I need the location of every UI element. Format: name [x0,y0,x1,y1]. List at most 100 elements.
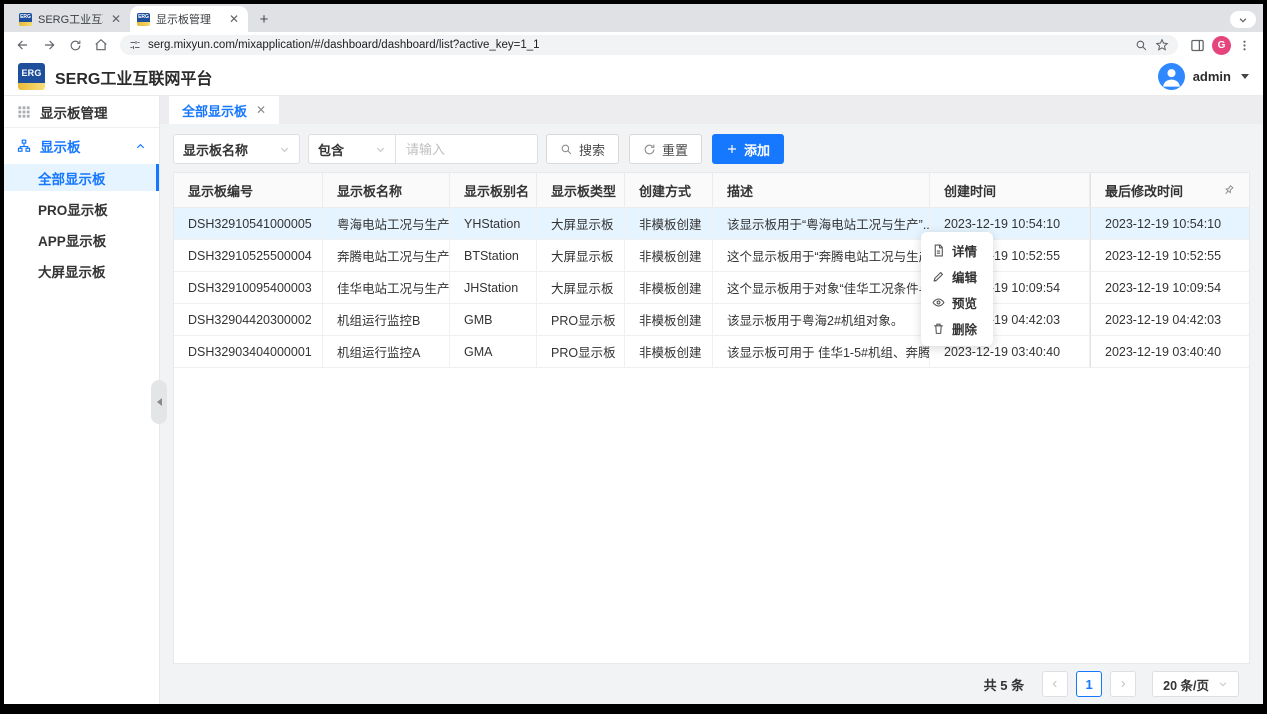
prev-page-button[interactable] [1042,671,1068,697]
url-field[interactable]: serg.mixyun.com/mixapplication/#/dashboa… [120,35,1178,55]
cell-create-method: 非模板创建 [625,208,713,240]
search-button-label: 搜索 [579,140,605,159]
cell-board-type: 大屏显示板 [537,208,625,240]
sidebar-item[interactable]: APP显示板 [4,226,159,253]
table-row[interactable]: DSH32910525500004 奔腾电站工况与生产 BTStation 大屏… [174,240,1249,272]
sidebar-item[interactable]: 全部显示板 [4,164,159,191]
column-header[interactable]: 显示板别名 [450,173,537,208]
home-icon[interactable] [90,34,112,56]
browser-window: ERG SERG工业互联网平台 ✕ ERG 显示板管理 ✕ + serg.mix… [4,4,1263,704]
reset-icon [643,143,656,156]
sidebar-item-label: 全部显示板 [38,168,106,188]
back-icon[interactable] [12,34,34,56]
cell-board-alias: YHStation [450,208,537,240]
column-header[interactable]: 创建时间 [930,173,1090,208]
filter-operator-select[interactable]: 包含 [308,134,396,164]
sidebar-group-dashboards[interactable]: 显示板 [4,128,159,164]
browser-tab[interactable]: ERG SERG工业互联网平台 ✕ [12,6,130,32]
cell-board-alias: JHStation [450,272,537,304]
dashboard-table: 显示板编号 显示板名称 显示板别名 显示板类型 创建方式 描述 创建时间 最后修… [173,172,1250,664]
tab-close-icon[interactable]: ✕ [256,103,266,117]
column-header[interactable]: 显示板编号 [174,173,323,208]
sidebar-item[interactable]: PRO显示板 [4,195,159,222]
cell-board-name: 奔腾电站工况与生产 [323,240,450,272]
cell-board-id: DSH32904420300002 [174,304,323,336]
column-header[interactable]: 描述 [713,173,930,208]
cell-create-method: 非模板创建 [625,304,713,336]
table-row[interactable]: DSH32904420300002 机组运行监控B GMB PRO显示板 非模板… [174,304,1249,336]
filter-field-select[interactable]: 显示板名称 [173,134,300,164]
column-header[interactable]: 创建方式 [625,173,713,208]
cell-board-name: 粤海电站工况与生产 [323,208,450,240]
filter-keyword-input[interactable] [396,134,538,164]
reload-icon[interactable] [64,34,86,56]
context-menu-item-label: 详情 [952,241,977,260]
side-panel-icon[interactable] [1190,38,1205,53]
eye-icon [932,296,945,309]
app-body: 显示板管理 显示板 全部显示板 PRO显示板 [4,96,1263,704]
sidebar-item-label: APP显示板 [38,230,106,250]
table-header-row: 显示板编号 显示板名称 显示板别名 显示板类型 创建方式 描述 创建时间 最后修… [174,173,1249,208]
column-header[interactable]: 显示板类型 [537,173,625,208]
sidebar-collapse-handle[interactable] [151,380,167,424]
tab-close-icon[interactable]: ✕ [109,12,123,26]
username-label[interactable]: admin [1193,69,1231,84]
browser-tab[interactable]: ERG 显示板管理 ✕ [130,6,248,32]
user-avatar-icon[interactable] [1158,63,1185,90]
user-menu[interactable]: admin [1158,63,1249,90]
context-menu-item[interactable]: 预览 [921,289,993,315]
add-button[interactable]: 添加 [712,134,784,164]
cell-board-type: PRO显示板 [537,336,625,368]
table-row[interactable]: DSH32910095400003 佳华电站工况与生产 JHStation 大屏… [174,272,1249,304]
sidebar-group-label: 显示板 [40,136,81,156]
zoom-indicator-icon[interactable] [1135,39,1148,52]
column-header-label: 最后修改时间 [1105,181,1183,200]
context-menu-item[interactable]: 详情 [921,237,993,263]
page-tab-all-dashboards[interactable]: 全部显示板 ✕ [169,96,279,124]
pushpin-icon[interactable] [1219,181,1237,199]
page-tab-strip: 全部显示板 ✕ [160,96,1263,124]
context-menu-item[interactable]: 编辑 [921,263,993,289]
site-settings-icon[interactable] [129,39,141,51]
search-button[interactable]: 搜索 [546,134,619,164]
page-size-select[interactable]: 20 条/页 [1152,671,1239,697]
app-header: ERG SERG工业互联网平台 admin [4,58,1263,96]
context-menu-item[interactable]: 删除 [921,315,993,341]
cell-modified-time: 2023-12-19 10:52:55 [1090,240,1249,272]
url-text[interactable]: serg.mixyun.com/mixapplication/#/dashboa… [148,39,1128,51]
reset-button[interactable]: 重置 [629,134,702,164]
chevron-left-icon [157,398,162,406]
column-header[interactable]: 最后修改时间 [1090,173,1249,208]
table-row[interactable]: DSH32903404000001 机组运行监控A GMA PRO显示板 非模板… [174,336,1249,368]
cell-description: 该显示板用于“粤海电站工况与生产”... [713,208,930,240]
sidebar-section-title[interactable]: 显示板管理 [4,96,159,128]
sidebar: 显示板管理 显示板 全部显示板 PRO显示板 [4,96,160,704]
chevron-down-icon [1238,15,1248,25]
cell-board-alias: GMB [450,304,537,336]
browser-tab-title: 显示板管理 [156,11,221,27]
next-page-button[interactable] [1110,671,1136,697]
cell-description: 该显示板可用于 佳华1-5#机组、奔腾... [713,336,930,368]
tab-search-button[interactable] [1230,11,1256,28]
forward-icon[interactable] [38,34,60,56]
plus-icon [726,143,738,155]
table-row[interactable]: DSH32910541000005 粤海电站工况与生产 YHStation 大屏… [174,208,1249,240]
chevron-up-icon [135,141,146,152]
browser-profile-avatar[interactable]: G [1212,36,1231,55]
filter-field-value: 显示板名称 [183,140,248,159]
filter-operator-value: 包含 [318,140,344,159]
sidebar-item[interactable]: 大屏显示板 [4,257,159,284]
new-tab-button[interactable]: + [252,7,276,31]
tab-close-icon[interactable]: ✕ [227,12,241,26]
page-number-button[interactable]: 1 [1076,671,1102,697]
cell-board-alias: GMA [450,336,537,368]
bookmark-star-icon[interactable] [1155,38,1169,52]
reset-button-label: 重置 [662,140,688,159]
column-header[interactable]: 显示板名称 [323,173,450,208]
add-button-label: 添加 [744,140,770,159]
page-tab-label: 全部显示板 [182,101,247,120]
pagination-total: 共 5 条 [984,675,1024,694]
cell-description: 该显示板用于粤海2#机组对象。 [713,304,930,336]
chevron-down-icon [375,144,386,155]
browser-menu-icon[interactable] [1238,39,1251,52]
